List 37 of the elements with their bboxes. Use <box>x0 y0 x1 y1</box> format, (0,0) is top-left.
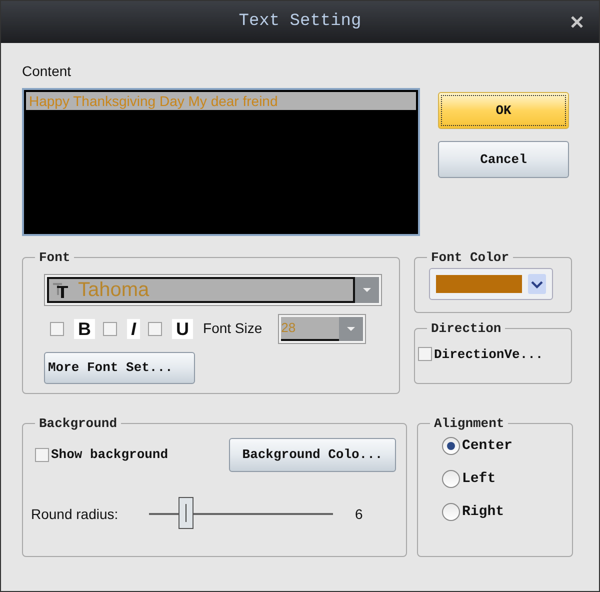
checkbox[interactable] <box>50 322 64 336</box>
checkbox[interactable] <box>148 322 162 336</box>
alignment-label: Right <box>462 502 504 522</box>
chevron-down-icon <box>528 274 546 294</box>
group-title: Direction <box>430 320 502 338</box>
style-label: I <box>127 318 140 338</box>
style-label: B <box>74 318 95 338</box>
font-size-value: 28 <box>281 318 296 337</box>
alignment-label: Center <box>462 436 512 456</box>
checkbox[interactable] <box>103 322 117 336</box>
content-label: Content <box>22 62 72 81</box>
ok-button[interactable]: OK <box>438 92 569 129</box>
radius-value: 6 <box>355 504 363 524</box>
style-label: U <box>172 318 194 338</box>
group-title: Font Color <box>430 249 510 267</box>
background-color-button[interactable]: Background Colo... <box>229 438 396 472</box>
checkbox[interactable] <box>35 448 49 462</box>
radio-button[interactable] <box>442 470 460 488</box>
radio-button[interactable] <box>442 503 460 521</box>
alignment-label: Left <box>462 470 496 488</box>
group-title: Background <box>38 415 118 433</box>
show-background-label: Show background <box>51 446 168 464</box>
round-radius-label: Round radius: <box>31 504 120 524</box>
close-icon[interactable] <box>571 16 583 28</box>
color-picker[interactable] <box>429 268 553 300</box>
cancel-button[interactable]: Cancel <box>438 141 569 178</box>
more-font-button[interactable]: More Font Set... <box>44 352 195 384</box>
group-title: Alignment <box>433 415 506 433</box>
checkbox[interactable] <box>418 347 432 362</box>
radio-button[interactable] <box>442 437 460 455</box>
font-icon <box>52 280 70 298</box>
group-title: Font <box>38 249 72 267</box>
font-name: Tahoma <box>78 278 150 302</box>
slider-thumb[interactable] <box>178 497 194 529</box>
direction-label: DirectionVe... <box>434 346 544 364</box>
window-title: Text Setting <box>238 11 362 34</box>
font-size-label: Font Size <box>203 319 262 338</box>
